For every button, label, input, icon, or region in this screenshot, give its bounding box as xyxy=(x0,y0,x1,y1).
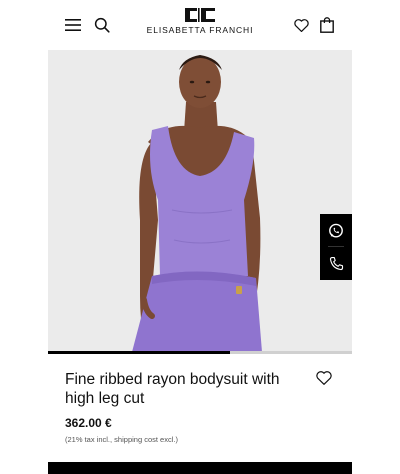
phone-icon xyxy=(329,256,343,271)
heart-icon xyxy=(293,18,309,32)
gallery-progress-fill xyxy=(48,351,231,354)
menu-icon xyxy=(65,19,81,31)
tax-note: (21% tax incl., shipping cost excl.) xyxy=(65,435,178,444)
brand-name: ELISABETTA FRANCHI xyxy=(146,25,254,35)
gallery-progress xyxy=(48,351,352,354)
phone-button[interactable] xyxy=(320,247,352,280)
product-photo xyxy=(48,50,352,352)
whatsapp-button[interactable] xyxy=(320,214,352,247)
menu-button[interactable] xyxy=(62,14,84,36)
contact-bar xyxy=(320,214,352,280)
product-title: Fine ribbed rayon bodysuit with high leg… xyxy=(65,371,280,407)
heart-icon xyxy=(316,371,332,385)
add-to-cart-button[interactable] xyxy=(48,462,352,474)
search-button[interactable] xyxy=(91,14,113,36)
product-price: 362.00 € xyxy=(65,416,112,430)
wishlist-button[interactable] xyxy=(290,14,312,36)
add-to-wishlist-button[interactable] xyxy=(316,371,336,389)
whatsapp-icon xyxy=(329,223,343,237)
brand-logo[interactable]: ELISABETTA FRANCHI xyxy=(140,8,260,42)
search-icon xyxy=(94,17,110,33)
shopping-bag-icon xyxy=(320,17,334,33)
shopping-bag-button[interactable] xyxy=(316,13,338,37)
logo-monogram-icon xyxy=(185,8,215,22)
site-header: ELISABETTA FRANCHI xyxy=(0,0,400,50)
product-image[interactable] xyxy=(48,50,352,352)
